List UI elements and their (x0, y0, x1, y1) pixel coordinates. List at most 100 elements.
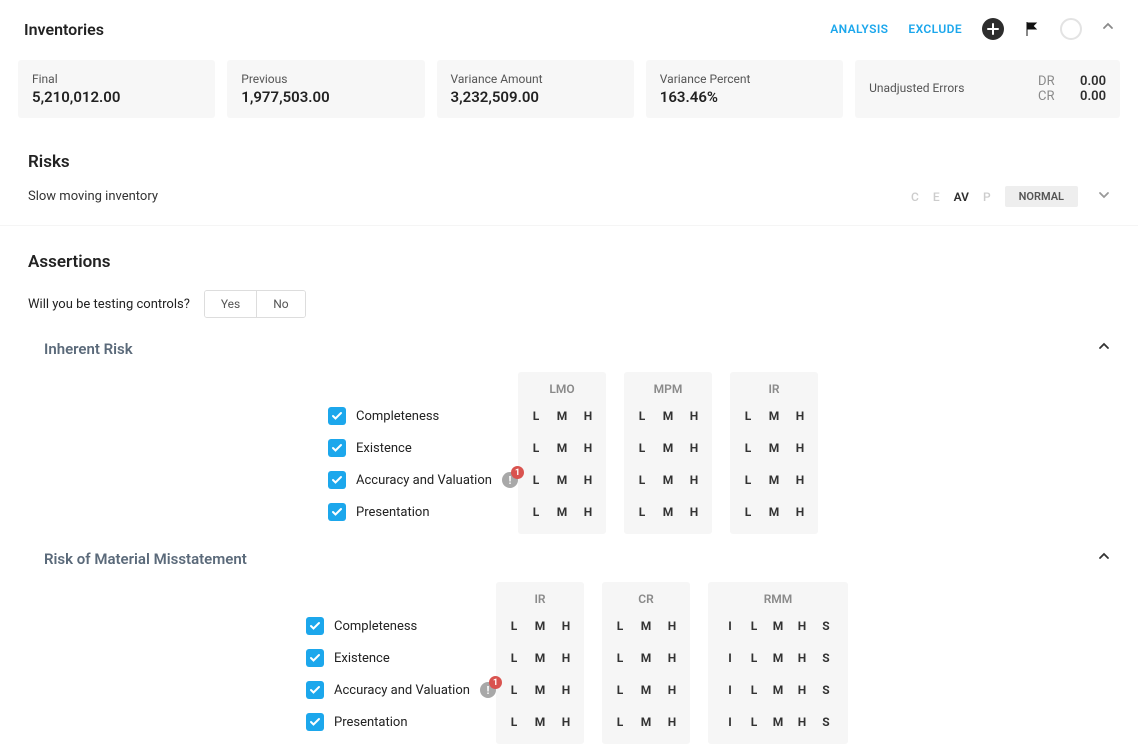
opt-l[interactable]: L (508, 715, 520, 729)
opt-l[interactable]: L (636, 505, 648, 519)
opt-m[interactable]: M (662, 505, 674, 519)
checkbox-presentation[interactable] (328, 503, 346, 521)
opt-h[interactable]: H (666, 651, 678, 665)
opt-l[interactable]: L (742, 505, 754, 519)
exclude-link[interactable]: EXCLUDE (908, 22, 962, 36)
opt-h[interactable]: H (560, 715, 572, 729)
inherent-collapse-icon[interactable] (1098, 341, 1110, 357)
opt-m[interactable]: M (640, 651, 652, 665)
opt-m[interactable]: M (768, 441, 780, 455)
opt-i[interactable]: I (724, 619, 736, 633)
risk-chevron-icon[interactable] (1098, 189, 1110, 205)
opt-m[interactable]: M (662, 441, 674, 455)
opt-l[interactable]: L (748, 651, 760, 665)
opt-s[interactable]: S (820, 683, 832, 697)
opt-h[interactable]: H (796, 683, 808, 697)
checkbox-presentation[interactable] (306, 713, 324, 731)
opt-l[interactable]: L (742, 473, 754, 487)
checkbox-accuracy[interactable] (328, 471, 346, 489)
opt-i[interactable]: I (724, 651, 736, 665)
opt-l[interactable]: L (508, 619, 520, 633)
opt-m[interactable]: M (662, 409, 674, 423)
opt-h[interactable]: H (582, 505, 594, 519)
opt-l[interactable]: L (530, 505, 542, 519)
opt-m[interactable]: M (556, 505, 568, 519)
collapse-chevron-icon[interactable] (1102, 21, 1114, 37)
opt-m[interactable]: M (772, 683, 784, 697)
opt-h[interactable]: H (688, 409, 700, 423)
opt-h[interactable]: H (582, 473, 594, 487)
rmm-collapse-icon[interactable] (1098, 551, 1110, 567)
checkbox-existence[interactable] (306, 649, 324, 667)
opt-m[interactable]: M (556, 409, 568, 423)
checkbox-accuracy[interactable] (306, 681, 324, 699)
opt-h[interactable]: H (666, 715, 678, 729)
opt-l[interactable]: L (742, 441, 754, 455)
opt-l[interactable]: L (748, 619, 760, 633)
opt-m[interactable]: M (556, 473, 568, 487)
opt-m[interactable]: M (534, 651, 546, 665)
add-button[interactable] (982, 18, 1004, 40)
opt-h[interactable]: H (794, 409, 806, 423)
opt-m[interactable]: M (768, 409, 780, 423)
opt-l[interactable]: L (748, 683, 760, 697)
opt-h[interactable]: H (688, 473, 700, 487)
opt-s[interactable]: S (820, 619, 832, 633)
opt-m[interactable]: M (640, 619, 652, 633)
opt-m[interactable]: M (534, 683, 546, 697)
opt-l[interactable]: L (508, 683, 520, 697)
risk-row[interactable]: Slow moving inventory C E AV P NORMAL (0, 180, 1138, 226)
opt-s[interactable]: S (820, 715, 832, 729)
risk-level-pill[interactable]: NORMAL (1005, 186, 1078, 207)
opt-l[interactable]: L (614, 715, 626, 729)
opt-l[interactable]: L (614, 651, 626, 665)
accuracy-risk-badge[interactable]: ! 1 (480, 682, 496, 698)
flag-icon[interactable] (1024, 21, 1040, 37)
opt-h[interactable]: H (794, 441, 806, 455)
opt-m[interactable]: M (556, 441, 568, 455)
opt-h[interactable]: H (582, 409, 594, 423)
opt-l[interactable]: L (636, 473, 648, 487)
testing-yes-button[interactable]: Yes (205, 291, 256, 317)
checkbox-completeness[interactable] (328, 407, 346, 425)
opt-m[interactable]: M (534, 619, 546, 633)
opt-h[interactable]: H (560, 619, 572, 633)
testing-no-button[interactable]: No (256, 291, 304, 317)
opt-h[interactable]: H (796, 651, 808, 665)
opt-h[interactable]: H (796, 715, 808, 729)
opt-m[interactable]: M (640, 683, 652, 697)
opt-h[interactable]: H (688, 441, 700, 455)
opt-l[interactable]: L (508, 651, 520, 665)
opt-h[interactable]: H (560, 651, 572, 665)
opt-l[interactable]: L (530, 441, 542, 455)
opt-l[interactable]: L (748, 715, 760, 729)
opt-h[interactable]: H (794, 473, 806, 487)
checkbox-completeness[interactable] (306, 617, 324, 635)
status-circle[interactable] (1060, 18, 1082, 40)
checkbox-existence[interactable] (328, 439, 346, 457)
opt-h[interactable]: H (666, 683, 678, 697)
opt-h[interactable]: H (794, 505, 806, 519)
opt-h[interactable]: H (666, 619, 678, 633)
opt-l[interactable]: L (614, 619, 626, 633)
opt-m[interactable]: M (772, 651, 784, 665)
accuracy-risk-badge[interactable]: ! 1 (502, 472, 518, 488)
analysis-link[interactable]: ANALYSIS (830, 22, 888, 36)
opt-l[interactable]: L (636, 441, 648, 455)
opt-l[interactable]: L (530, 409, 542, 423)
opt-m[interactable]: M (640, 715, 652, 729)
opt-l[interactable]: L (636, 409, 648, 423)
opt-m[interactable]: M (772, 619, 784, 633)
opt-l[interactable]: L (614, 683, 626, 697)
opt-l[interactable]: L (530, 473, 542, 487)
opt-m[interactable]: M (534, 715, 546, 729)
opt-m[interactable]: M (768, 473, 780, 487)
opt-i[interactable]: I (724, 683, 736, 697)
opt-l[interactable]: L (742, 409, 754, 423)
opt-m[interactable]: M (772, 715, 784, 729)
opt-i[interactable]: I (724, 715, 736, 729)
opt-m[interactable]: M (662, 473, 674, 487)
opt-s[interactable]: S (820, 651, 832, 665)
opt-h[interactable]: H (688, 505, 700, 519)
opt-h[interactable]: H (796, 619, 808, 633)
